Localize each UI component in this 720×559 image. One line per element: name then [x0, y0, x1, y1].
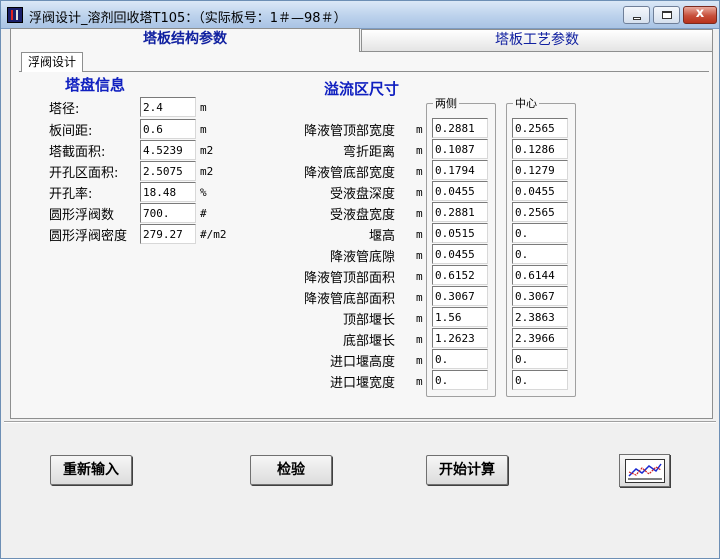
- center-value-field[interactable]: 0.2565: [512, 118, 568, 138]
- center-value-field[interactable]: 0.3067: [512, 286, 568, 306]
- side-value-field[interactable]: 0.1087: [432, 139, 488, 159]
- overflow-label: 底部堰长: [342, 334, 395, 349]
- overflow-unit: m: [416, 375, 423, 388]
- close-icon: x: [695, 6, 705, 21]
- maximize-button[interactable]: [653, 6, 680, 24]
- tray-info-unit: m2: [200, 144, 214, 157]
- overflow-unit: m: [416, 228, 423, 241]
- side-value-field[interactable]: 0.0515: [432, 223, 488, 243]
- side-value-field[interactable]: 1.2623: [432, 328, 488, 348]
- overflow-label: 堰高: [368, 229, 395, 244]
- side-value-field[interactable]: 0.2881: [432, 202, 488, 222]
- tray-info-label: 开孔率:: [49, 187, 93, 202]
- overflow-label: 受液盘宽度: [329, 208, 395, 223]
- overflow-unit: m: [416, 165, 423, 178]
- overflow-unit: m: [416, 333, 423, 346]
- center-value-field[interactable]: 0.: [512, 223, 568, 243]
- panel-divider: [4, 421, 716, 423]
- overflow-label: 进口堰宽度: [329, 376, 395, 391]
- overflow-unit: m: [416, 207, 423, 220]
- minimize-icon: [633, 17, 641, 20]
- overflow-label: 受液盘深度: [329, 187, 395, 202]
- overflow-label: 降液管底隙: [329, 250, 395, 265]
- overflow-label: 降液管顶部宽度: [303, 124, 395, 139]
- tray-info-label: 圆形浮阀数: [49, 208, 115, 223]
- tray-info-field[interactable]: 4.5239: [140, 140, 196, 160]
- side-value-field[interactable]: 0.0455: [432, 181, 488, 201]
- calculate-button[interactable]: 开始计算: [426, 455, 508, 485]
- overflow-unit: m: [416, 312, 423, 325]
- app-window: 浮阀设计_溶剂回收塔T105：（实际板号：1＃—98＃） x 塔板结构参数 塔板…: [0, 0, 720, 559]
- subtab-valve-design[interactable]: 浮阀设计: [21, 52, 83, 72]
- center-value-field[interactable]: 0.0455: [512, 181, 568, 201]
- side-value-field[interactable]: 0.1794: [432, 160, 488, 180]
- center-value-field[interactable]: 0.1286: [512, 139, 568, 159]
- overflow-unit: m: [416, 249, 423, 262]
- center-value-field[interactable]: 2.3863: [512, 307, 568, 327]
- side-value-field[interactable]: 0.: [432, 370, 488, 390]
- tray-info-field[interactable]: 18.48: [140, 182, 196, 202]
- center-value-field[interactable]: 0.1279: [512, 160, 568, 180]
- minimize-button[interactable]: [623, 6, 650, 24]
- reset-button[interactable]: 重新输入: [50, 455, 132, 485]
- overflow-unit: m: [416, 270, 423, 283]
- tray-info-field[interactable]: 2.4: [140, 97, 196, 117]
- center-value-field[interactable]: 2.3966: [512, 328, 568, 348]
- side-value-field[interactable]: 0.: [432, 349, 488, 369]
- close-button[interactable]: x: [683, 6, 717, 24]
- overflow-label: 降液管底部宽度: [303, 166, 395, 181]
- tray-info-field[interactable]: 279.27: [140, 224, 196, 244]
- center-value-field[interactable]: 0.: [512, 244, 568, 264]
- overflow-unit: m: [416, 354, 423, 367]
- center-column-header: 中心: [513, 95, 539, 111]
- window-title: 浮阀设计_溶剂回收塔T105：（实际板号：1＃—98＃）: [29, 11, 347, 26]
- tray-info-label: 塔截面积:: [49, 145, 106, 160]
- tray-info-unit: m: [200, 123, 207, 136]
- tray-info-title: 塔盘信息: [65, 76, 126, 94]
- overflow-unit: m: [416, 123, 423, 136]
- center-value-field[interactable]: 0.2565: [512, 202, 568, 222]
- tray-info-label: 圆形浮阀密度: [49, 229, 128, 244]
- tray-info-unit: #: [200, 207, 207, 220]
- overflow-unit: m: [416, 144, 423, 157]
- side-value-field[interactable]: 0.6152: [432, 265, 488, 285]
- overflow-title: 溢流区尺寸: [324, 80, 400, 98]
- app-icon: [7, 7, 23, 23]
- tray-info-unit: m2: [200, 165, 214, 178]
- overflow-label: 弯折距离: [342, 145, 395, 160]
- overflow-label: 降液管顶部面积: [303, 271, 395, 286]
- overflow-unit: m: [416, 291, 423, 304]
- line-chart-icon: [625, 459, 665, 483]
- tray-info-field[interactable]: 2.5075: [140, 161, 196, 181]
- maximize-icon: [662, 11, 672, 19]
- center-value-field[interactable]: 0.6144: [512, 265, 568, 285]
- tray-info-unit: %: [200, 186, 207, 199]
- tray-info-unit: #/m2: [200, 228, 227, 241]
- check-button[interactable]: 检验: [250, 455, 332, 485]
- center-value-field[interactable]: 0.: [512, 370, 568, 390]
- side-column-header: 两侧: [433, 95, 459, 111]
- title-bar[interactable]: 浮阀设计_溶剂回收塔T105：（实际板号：1＃—98＃） x: [1, 1, 719, 29]
- overflow-unit: m: [416, 186, 423, 199]
- tray-info-label: 板间距:: [49, 124, 93, 139]
- tray-info-label: 塔径:: [49, 102, 80, 117]
- tab-tray-process[interactable]: 塔板工艺参数: [361, 29, 713, 51]
- center-value-field[interactable]: 0.: [512, 349, 568, 369]
- chart-button[interactable]: [619, 454, 670, 487]
- tray-info-field[interactable]: 0.6: [140, 119, 196, 139]
- tab-tray-structure[interactable]: 塔板结构参数: [10, 28, 360, 52]
- overflow-label: 降液管底部面积: [303, 292, 395, 307]
- side-value-field[interactable]: 0.2881: [432, 118, 488, 138]
- side-value-field[interactable]: 0.0455: [432, 244, 488, 264]
- side-value-field[interactable]: 0.3067: [432, 286, 488, 306]
- tray-info-field[interactable]: 700.: [140, 203, 196, 223]
- overflow-label: 进口堰高度: [329, 355, 395, 370]
- tray-info-unit: m: [200, 101, 207, 114]
- overflow-label: 顶部堰长: [342, 313, 395, 328]
- tray-info-label: 开孔区面积:: [49, 166, 119, 181]
- side-value-field[interactable]: 1.56: [432, 307, 488, 327]
